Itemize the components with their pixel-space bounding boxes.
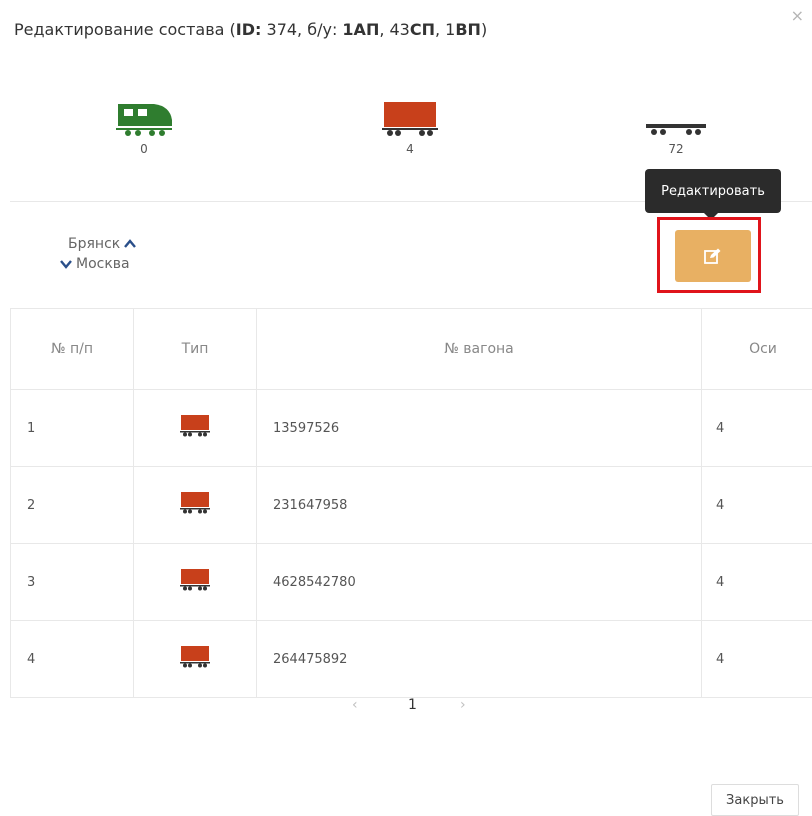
locomotive-summary: 0	[112, 102, 176, 156]
next-page-icon[interactable]: ›	[460, 697, 466, 713]
freight-car-icon	[180, 646, 210, 668]
chevron-down-icon	[60, 259, 72, 269]
edit-tooltip: Редактировать	[645, 169, 781, 213]
flatcar-count: 72	[644, 142, 708, 156]
route-from[interactable]: Брянск	[68, 234, 136, 254]
cell-axles: 4	[702, 390, 812, 467]
prev-page-icon[interactable]: ‹	[352, 697, 358, 713]
table-row[interactable]: 3 4628542780 4	[11, 544, 812, 621]
cell-wagon-number: 231647958	[257, 467, 702, 544]
edit-icon	[704, 248, 722, 264]
cell-type	[134, 621, 257, 698]
title-prefix: Редактирование состава (	[14, 20, 236, 39]
title-sep1: , 43	[379, 20, 410, 39]
table-row[interactable]: 2 231647958 4	[11, 467, 812, 544]
route-from-label: Брянск	[68, 234, 120, 254]
close-button[interactable]: Закрыть	[711, 784, 799, 816]
locomotive-icon	[116, 102, 172, 136]
route-to-label: Москва	[76, 254, 130, 274]
freight-car-icon	[180, 415, 210, 437]
pagination: ‹ 1 ›	[352, 697, 482, 717]
col-header-wagon[interactable]: № вагона	[257, 309, 702, 390]
modal-title: Редактирование состава (ID: 374, б/у: 1А…	[14, 20, 487, 39]
freight-car-icon	[180, 569, 210, 591]
cell-type	[134, 544, 257, 621]
table-row[interactable]: 1 13597526 4	[11, 390, 812, 467]
title-id-label: ID:	[236, 20, 262, 39]
table-header-row: № п/п Тип № вагона Оси	[11, 309, 812, 390]
cell-type	[134, 390, 257, 467]
title-vp: ВП	[455, 20, 481, 39]
cell-axles: 4	[702, 467, 812, 544]
cell-number: 2	[11, 467, 134, 544]
locomotive-count: 0	[112, 142, 176, 156]
edit-button[interactable]	[675, 230, 751, 282]
col-header-axles[interactable]: Оси	[702, 309, 812, 390]
cell-axles: 4	[702, 544, 812, 621]
cell-type	[134, 467, 257, 544]
cell-wagon-number: 264475892	[257, 621, 702, 698]
title-suffix: )	[481, 20, 487, 39]
cell-wagon-number: 4628542780	[257, 544, 702, 621]
flatcar-summary: 72	[644, 102, 708, 156]
title-ap: 1АП	[342, 20, 379, 39]
route: Брянск Москва	[68, 234, 136, 274]
cell-number: 4	[11, 621, 134, 698]
close-icon[interactable]: ×	[791, 8, 804, 24]
title-id-value: 374, б/у:	[261, 20, 342, 39]
table-row[interactable]: 4 264475892 4	[11, 621, 812, 698]
page-number-current[interactable]: 1	[408, 697, 417, 713]
title-sp: СП	[410, 20, 435, 39]
title-sep2: , 1	[435, 20, 455, 39]
freight-car-icon	[180, 492, 210, 514]
chevron-up-icon	[124, 239, 136, 249]
wagons-table: № п/п Тип № вагона Оси 1 13597526 4 2 23	[10, 308, 812, 698]
freight-car-count: 4	[380, 142, 440, 156]
col-header-type[interactable]: Тип	[134, 309, 257, 390]
freight-car-summary: 4	[380, 102, 440, 156]
col-header-number[interactable]: № п/п	[11, 309, 134, 390]
cell-axles: 4	[702, 621, 812, 698]
route-to[interactable]: Москва	[60, 254, 136, 274]
freight-car-icon	[382, 102, 438, 136]
cell-wagon-number: 13597526	[257, 390, 702, 467]
cell-number: 1	[11, 390, 134, 467]
flatcar-icon	[646, 102, 706, 136]
cell-number: 3	[11, 544, 134, 621]
